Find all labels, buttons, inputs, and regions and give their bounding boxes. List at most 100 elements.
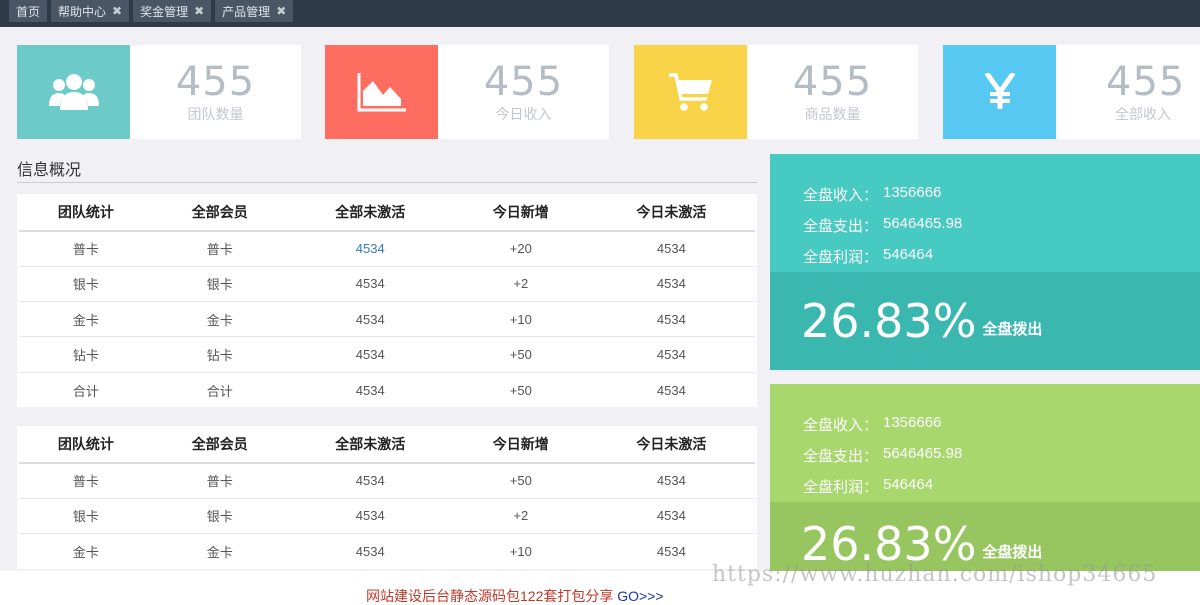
table-cell: 4534 [587,498,755,535]
summary-panel-teal: 全盘收入： 1356666 全盘支出： 5646465.98 全盘利润： 546464… [770,154,1200,370]
stat-value: 455 [483,59,564,105]
summary-panel-green: 全盘收入： 1356666 全盘支出： 5646465.98 全盘利润： 546464… [770,384,1200,571]
table-row: 普卡 普卡 4534 +20 4534 [19,231,755,267]
summary-key: 全盘支出： [803,448,879,465]
ad-text[interactable]: 网站建设后台静态源码包122套打包分享 [366,588,613,604]
column-header: 团队统计 [19,426,153,464]
table-cell: 4534 [355,382,385,398]
column-header: 全部会员 [152,194,287,232]
table-cell: 4534 [587,231,755,267]
column-header: 全部未激活 [286,194,454,232]
close-icon[interactable]: ✖ [194,4,204,18]
table-row: 金卡 金卡 4534 +10 4534 [19,534,755,569]
tab-label: 产品管理 [222,4,271,19]
table-cell: 普卡 [19,231,153,267]
table-cell: 合计 [72,383,99,399]
stat-card-today-income: 455 今日收入 [325,45,609,139]
summary-key: 全盘利润： [803,479,879,496]
column-header: 今日新增 [453,194,588,232]
table-cell: 银卡 [152,266,287,303]
table-row: 银卡 银卡 4534 +2 4534 [19,498,755,535]
column-header: 团队统计 [19,194,153,232]
tab-bonus-management[interactable]: 奖金管理 ✖ [133,0,212,22]
table-cell: 4534 [355,543,385,559]
table-row: 金卡 金卡 4534 +10 4534 [19,301,755,338]
tab-home[interactable]: 首页 [9,0,48,22]
tab-label: 帮助中心 [58,4,107,19]
tab-bar: 首页 帮助中心 ✖ 奖金管理 ✖ 产品管理 ✖ [0,0,1200,27]
summary-value: 1356666 [883,184,942,201]
stat-label: 团队数量 [187,106,244,122]
watermark: https://www.huzhan.com/ishop34665 [712,562,1158,587]
table-cell: 4534 [286,266,454,303]
table-cell: 合计 [206,383,233,399]
stat-card-team-count: 455 团队数量 [17,45,301,139]
footer-ad[interactable]: 网站建设后台静态源码包122套打包分享 GO>>> [366,586,664,605]
table-cell: 银卡 [152,498,287,535]
table-cell: 4534 [587,266,755,303]
summary-value: 546464 [883,246,934,263]
table-cell-link[interactable]: 4534 [286,231,454,267]
summary-row-income: 全盘收入： 1356666 [803,414,1200,445]
summary-key: 全盘收入： [803,187,879,204]
table-cell: 银卡 [19,266,153,303]
table-cell: +10 [509,543,532,559]
column-header: 全部会员 [152,426,287,464]
stat-label: 全部收入 [1115,106,1171,122]
column-header: 今日未激活 [587,194,755,232]
table-cell: +50 [453,463,588,499]
summary-row-income: 全盘收入： 1356666 [803,184,1200,215]
summary-key: 全盘收入： [803,417,879,434]
table-cell: 普卡 [152,231,287,267]
close-icon[interactable]: ✖ [112,4,122,18]
table-header-row: 团队统计 全部会员 全部未激活 今日新增 今日未激活 [19,426,755,464]
team-stats-table-2: 团队统计 全部会员 全部未激活 今日新增 今日未激活 普卡 普卡 4534 +5… [17,426,757,569]
summary-row-expense: 全盘支出： 5646465.98 [803,215,1200,246]
table-header-row: 团队统计 全部会员 全部未激活 今日新增 今日未激活 [19,194,755,232]
table-cell: +50 [509,382,532,398]
close-icon[interactable]: ✖ [276,4,286,18]
summary-key: 全盘利润： [803,249,879,266]
tab-product-management[interactable]: 产品管理 ✖ [215,0,294,22]
percent-label: 全盘拨出 [982,544,1043,561]
summary-row-expense: 全盘支出： 5646465.98 [803,445,1200,476]
table-cell: 4534 [286,463,454,499]
table-cell: 4534 [656,382,686,398]
table-cell: 金卡 [72,544,99,560]
stat-label: 今日收入 [495,106,552,122]
summary-value: 5646465.98 [883,215,963,232]
table-cell: +20 [453,231,588,267]
users-icon [17,45,130,139]
summary-details: 全盘收入： 1356666 全盘支出： 5646465.98 全盘利润： 546464 [770,384,1200,502]
table-cell: 钻卡 [152,336,287,373]
go-link[interactable]: GO>>> [617,588,663,604]
table-row: 银卡 银卡 4534 +2 4534 [19,266,755,303]
summary-key: 全盘支出： [803,218,879,235]
table-cell: 普卡 [19,463,153,499]
table-cell: 金卡 [19,301,153,338]
table-cell: 金卡 [206,544,233,560]
tab-label: 首页 [16,4,41,19]
column-header: 今日未激活 [587,426,755,464]
table-cell: +2 [453,498,588,535]
cart-icon [634,45,747,139]
summary-value: 5646465.98 [883,445,963,462]
area-chart-icon [325,45,438,139]
table-cell: 钻卡 [19,336,153,373]
table-cell: 4534 [286,336,454,373]
column-header: 今日新增 [453,426,588,464]
table-cell: 4534 [286,498,454,535]
table-cell: 银卡 [19,498,153,535]
stat-value: 455 [175,59,256,105]
stat-label: 商品数量 [804,106,861,122]
stat-value: 455 [1106,59,1186,105]
summary-value: 1356666 [883,414,942,431]
tab-help-center[interactable]: 帮助中心 ✖ [51,0,130,22]
summary-value: 546464 [883,476,934,493]
yen-icon [943,45,1056,139]
percent-value: 26.83% [801,294,977,348]
stat-value: 455 [792,59,873,105]
section-divider [17,182,757,183]
table-cell: 4534 [587,463,755,499]
table-row: 合计 合计 4534 +50 4534 [19,372,755,407]
